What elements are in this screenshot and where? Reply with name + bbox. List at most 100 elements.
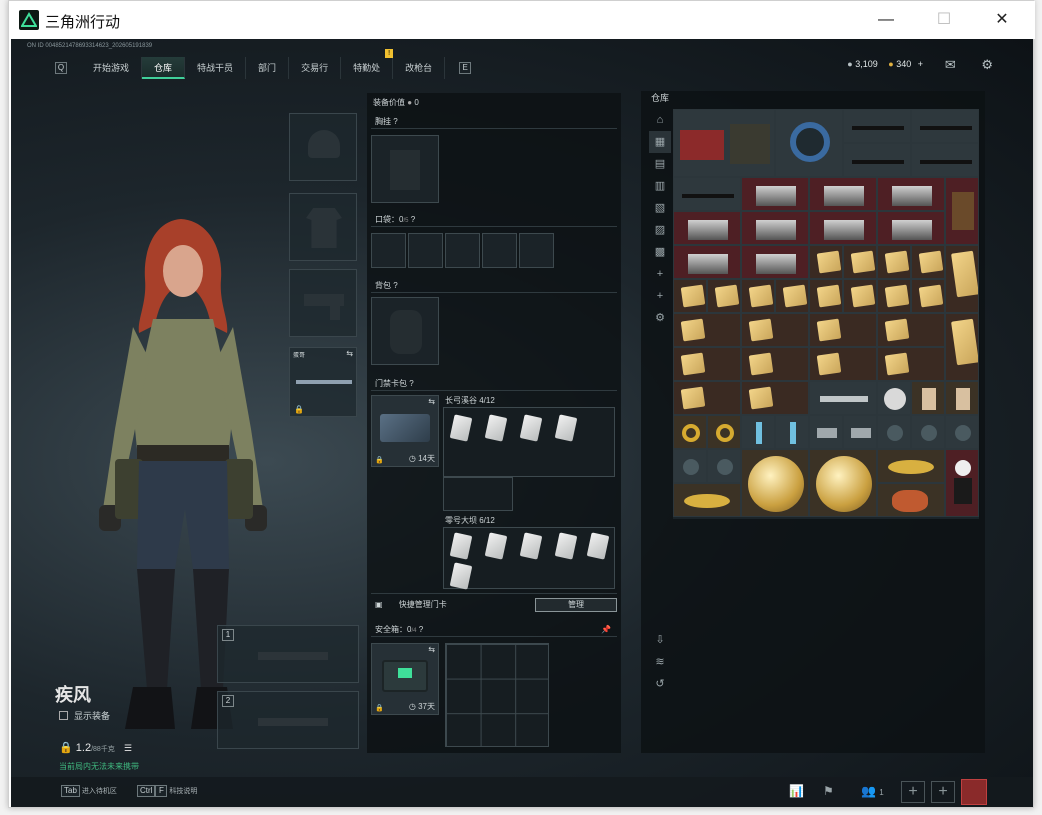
stats-icon[interactable]: 📊 — [789, 784, 804, 798]
stash-item-golden-orb[interactable] — [741, 449, 809, 517]
stash-item-gold-ring[interactable] — [673, 415, 707, 449]
keycard-grid-2[interactable] — [443, 527, 615, 590]
keycard-item[interactable] — [519, 414, 543, 442]
tab-special-ops[interactable]: 特勤处 ! — [341, 49, 394, 79]
next-tab-key[interactable]: E — [459, 62, 472, 74]
stash-item-document[interactable] — [809, 347, 877, 381]
stash-recycle-icon[interactable]: ↺ — [649, 673, 671, 695]
stash-item-document[interactable] — [741, 381, 809, 415]
stash-item-document[interactable] — [809, 313, 877, 347]
stash-item-golden-orb[interactable] — [809, 449, 877, 517]
stash-item-cash-box[interactable] — [673, 245, 741, 279]
stash-item-crossbow[interactable] — [843, 109, 911, 143]
safebox-slot[interactable]: ⇆ 🔒 ◷ 37天 — [371, 643, 439, 715]
stash-item-grenade[interactable] — [707, 449, 741, 483]
primary-weapon-slot[interactable]: 1 — [217, 625, 359, 683]
keycard-item[interactable] — [519, 532, 543, 560]
tab-department[interactable]: 部门 — [246, 57, 290, 79]
melee-slot[interactable]: 蛋哥 ⇆ 🔒 — [289, 347, 357, 417]
stash-item-document[interactable] — [673, 347, 741, 381]
pistol-slot[interactable] — [289, 269, 357, 337]
stash-item-crystal[interactable] — [741, 415, 775, 449]
swap-icon[interactable]: ⇆ — [346, 349, 353, 358]
tab-key-hint[interactable]: Tab 进入待机区 — [61, 785, 117, 797]
stash-item-rifle-part[interactable] — [809, 381, 877, 415]
stash-item-document[interactable] — [843, 279, 877, 313]
pocket-slot-4[interactable] — [482, 233, 517, 268]
pocket-slot-5[interactable] — [519, 233, 554, 268]
stash-item-document[interactable] — [843, 245, 877, 279]
pocket-slot-2[interactable] — [408, 233, 443, 268]
stash-item-grenade[interactable] — [945, 415, 979, 449]
keycard-grid-1-overflow[interactable] — [443, 477, 513, 511]
stash-item-document[interactable] — [877, 279, 911, 313]
stash-item-cash-box[interactable] — [673, 211, 741, 245]
stash-item-document-stack[interactable] — [945, 245, 979, 313]
stash-misc-icon[interactable]: ▨ — [649, 219, 671, 241]
stash-item-cash-box[interactable] — [877, 177, 945, 211]
stash-item-crossbow[interactable] — [843, 143, 911, 177]
stash-item-document[interactable] — [877, 245, 911, 279]
chest-rig-slot[interactable] — [371, 135, 439, 203]
keycard-item[interactable] — [586, 532, 610, 560]
stash-item-document[interactable] — [775, 279, 809, 313]
stash-item-document[interactable] — [911, 279, 945, 313]
stash-item-document[interactable] — [673, 279, 707, 313]
stash-item-cash-box[interactable] — [809, 211, 877, 245]
tab-start-game[interactable]: 开始游戏 — [81, 57, 143, 79]
stash-item-document[interactable] — [877, 313, 945, 347]
stash-gear-icon[interactable]: ▥ — [649, 175, 671, 197]
stash-item-document[interactable] — [673, 313, 741, 347]
stash-item-document[interactable] — [741, 279, 775, 313]
help-icon[interactable]: ? — [419, 625, 423, 634]
helmet-slot[interactable] — [289, 113, 357, 181]
maximize-button[interactable]: ☐ — [919, 1, 969, 39]
stash-item-crossbow[interactable] — [673, 177, 741, 211]
help-icon[interactable]: ? — [393, 281, 397, 290]
stash-item-doll[interactable] — [945, 449, 979, 517]
stash-item-document[interactable] — [809, 279, 843, 313]
stash-item-document[interactable] — [741, 347, 809, 381]
stash-weapons-icon[interactable]: ▤ — [649, 153, 671, 175]
stash-item-crossbow[interactable] — [911, 143, 979, 177]
tab-trading[interactable]: 交易行 — [289, 57, 342, 79]
stash-item-document[interactable] — [911, 245, 945, 279]
stash-item-document[interactable] — [809, 245, 843, 279]
stash-item-cash-box[interactable] — [741, 177, 809, 211]
settings-gear-icon[interactable]: ⚙ — [981, 57, 993, 72]
manage-keycards-button[interactable]: 管理 — [535, 598, 617, 612]
checkbox[interactable] — [59, 711, 68, 720]
help-icon[interactable]: ? — [409, 379, 413, 388]
add-currency-button[interactable]: + — [918, 59, 923, 69]
backpack-slot[interactable] — [371, 297, 439, 365]
keycard-item[interactable] — [449, 414, 473, 442]
flag-icon[interactable]: ⚑ — [823, 784, 834, 798]
list-icon[interactable]: ☰ — [124, 743, 132, 753]
stash-item-gold-ring[interactable] — [707, 415, 741, 449]
stash-item-cable-reel[interactable] — [775, 109, 843, 177]
prev-tab-key[interactable]: Q — [55, 62, 67, 74]
stash-item-drone[interactable] — [809, 415, 843, 449]
stash-keys-icon[interactable]: ▩ — [649, 241, 671, 263]
swap-icon[interactable]: ⇆ — [428, 645, 435, 654]
stash-item-document-stack[interactable] — [945, 313, 979, 381]
stash-item-fan[interactable] — [877, 381, 911, 415]
player-avatar[interactable] — [961, 779, 987, 805]
stash-item-document[interactable] — [741, 313, 809, 347]
party-icon[interactable]: 👥 1 — [861, 784, 884, 798]
keycard-item[interactable] — [484, 532, 508, 560]
tab-operators[interactable]: 特战干员 — [185, 57, 247, 79]
add-tab-icon[interactable]: + — [649, 285, 671, 307]
stash-item-document-case[interactable] — [945, 177, 979, 245]
keycard-item[interactable] — [484, 414, 508, 442]
pocket-slot-1[interactable] — [371, 233, 406, 268]
stash-item-golden-fish[interactable] — [673, 483, 741, 517]
add-tab-icon[interactable]: + — [649, 263, 671, 285]
stash-sort-icon[interactable]: ⇩ — [649, 629, 671, 651]
tab-gunsmith[interactable]: 改枪台 — [393, 57, 446, 79]
keycard-case-slot[interactable]: ⇆ 🔒 ◷ 14天 — [371, 395, 439, 467]
stash-layers-icon[interactable]: ≋ — [649, 651, 671, 673]
mail-icon[interactable]: ✉ — [945, 57, 956, 72]
stash-item-cash-box[interactable] — [741, 211, 809, 245]
pocket-slot-3[interactable] — [445, 233, 480, 268]
